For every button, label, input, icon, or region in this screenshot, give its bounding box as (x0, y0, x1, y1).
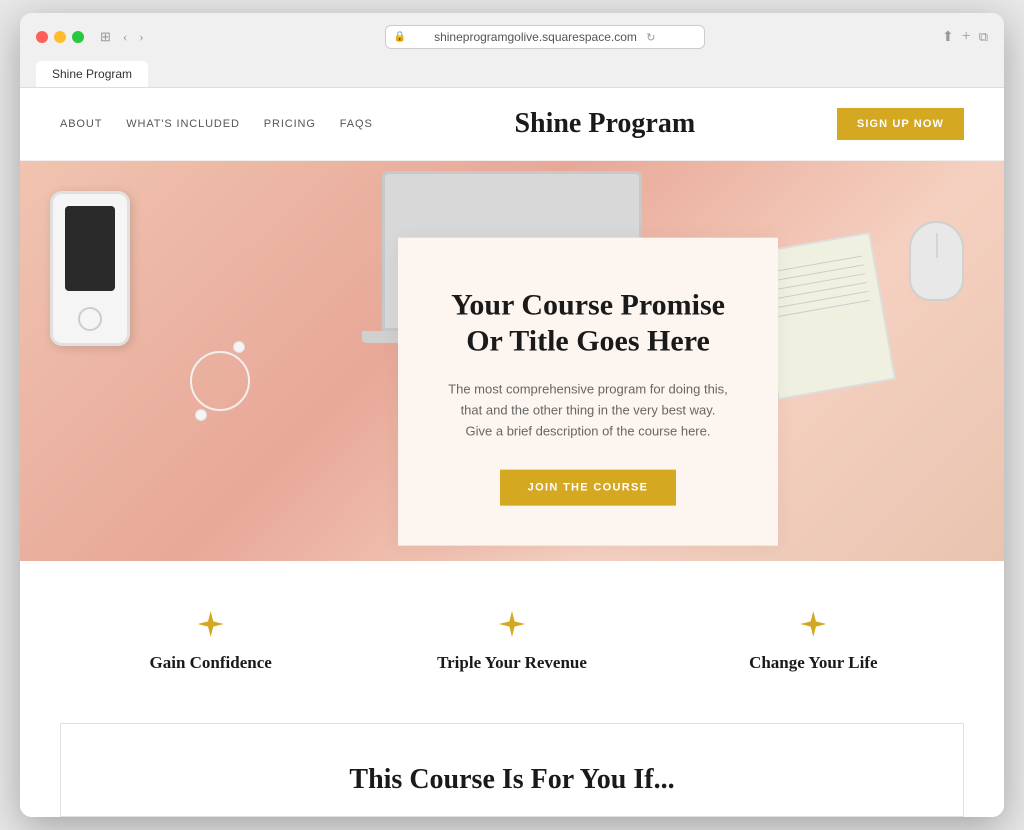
hero-title: Your Course Promise Or Title Goes Here (448, 288, 728, 360)
hero-description: The most comprehensive program for doing… (448, 380, 728, 442)
feature-gain-confidence: Gain Confidence (60, 611, 361, 673)
close-button[interactable] (36, 31, 48, 43)
hero-title-line2: Or Title Goes Here (466, 325, 710, 358)
navbar: ABOUT WHAT'S INCLUDED PRICING FAQS Shine… (20, 88, 1004, 161)
address-bar[interactable]: shineprogramgolive.squarespace.com ↻ (385, 25, 705, 49)
features-section: Gain Confidence Triple Your Revenue Chan… (20, 561, 1004, 713)
hero-card: Your Course Promise Or Title Goes Here T… (398, 238, 778, 546)
back-icon[interactable]: ‹ (119, 27, 131, 47)
active-tab[interactable]: Shine Program (36, 61, 148, 87)
site-logo: Shine Program (373, 108, 837, 140)
browser-chrome: ⊞ ‹ › shineprogramgolive.squarespace.com… (20, 13, 1004, 88)
join-course-button[interactable]: JOIN THE COURSE (500, 470, 677, 506)
sign-up-button[interactable]: SIGN UP NOW (837, 108, 964, 140)
browser-actions: ⬆ + ⧉ (942, 28, 988, 46)
nav-link-whats-included[interactable]: WHAT'S INCLUDED (126, 118, 240, 130)
star-icon-1 (198, 611, 224, 637)
address-bar-container: shineprogramgolive.squarespace.com ↻ (160, 25, 930, 49)
nav-link-about[interactable]: ABOUT (60, 118, 102, 130)
feature-label-3: Change Your Life (749, 653, 877, 673)
reload-icon[interactable]: ↻ (646, 32, 655, 44)
share-icon[interactable]: ⬆ (942, 29, 954, 46)
feature-change-life: Change Your Life (663, 611, 964, 673)
sidebar-toggle-icon[interactable]: ⊞ (96, 27, 115, 47)
tabs-icon[interactable]: ⧉ (979, 29, 988, 45)
star-icon-2 (499, 611, 525, 637)
phone-decoration (50, 191, 130, 346)
window-controls: ⊞ ‹ › (96, 27, 148, 47)
nav-link-faqs[interactable]: FAQS (340, 118, 373, 130)
page-content: ABOUT WHAT'S INCLUDED PRICING FAQS Shine… (20, 88, 1004, 817)
course-for-you-section: This Course Is For You If... (60, 723, 964, 817)
nav-links: ABOUT WHAT'S INCLUDED PRICING FAQS (60, 118, 373, 130)
new-tab-icon[interactable]: + (962, 28, 971, 46)
earbuds-decoration (180, 341, 260, 421)
hero-section: Your Course Promise Or Title Goes Here T… (20, 161, 1004, 561)
star-icon-3 (800, 611, 826, 637)
browser-tabs: Shine Program (36, 59, 988, 87)
feature-triple-revenue: Triple Your Revenue (361, 611, 662, 673)
browser-window: ⊞ ‹ › shineprogramgolive.squarespace.com… (20, 13, 1004, 817)
url-text: shineprogramgolive.squarespace.com (434, 30, 637, 44)
forward-icon[interactable]: › (135, 27, 147, 47)
traffic-lights (36, 31, 84, 43)
nav-link-pricing[interactable]: PRICING (264, 118, 316, 130)
mouse-decoration (909, 221, 964, 301)
maximize-button[interactable] (72, 31, 84, 43)
hero-title-line1: Your Course Promise (451, 289, 725, 322)
feature-label-2: Triple Your Revenue (437, 653, 587, 673)
course-for-you-title: This Course Is For You If... (111, 764, 913, 796)
minimize-button[interactable] (54, 31, 66, 43)
tab-title: Shine Program (52, 67, 132, 81)
feature-label-1: Gain Confidence (150, 653, 272, 673)
